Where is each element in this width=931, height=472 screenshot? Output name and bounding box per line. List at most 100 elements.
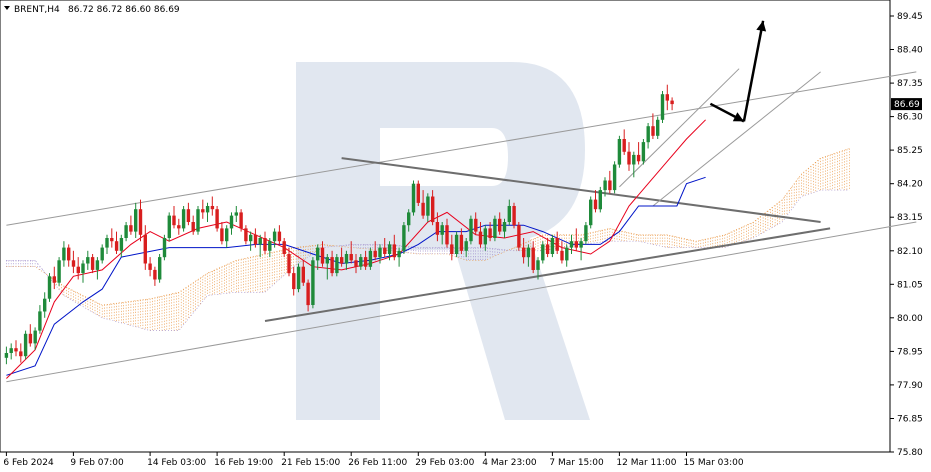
- candle-body: [90, 257, 95, 270]
- candle-body: [186, 209, 191, 222]
- candle-body: [536, 260, 540, 270]
- candle-body: [411, 183, 416, 213]
- x-tick-label: 9 Feb 07:00: [70, 458, 124, 468]
- candle-body: [373, 250, 377, 258]
- candle-body: [215, 209, 219, 229]
- candle-body: [574, 241, 578, 248]
- candle-body: [234, 212, 238, 216]
- y-axis: 89.45 88.40 87.35 86.30 85.25 84.20 83.15 82.10…: [890, 12, 923, 458]
- candle-body: [263, 238, 267, 251]
- candle-body: [52, 276, 56, 283]
- candle-body: [110, 238, 114, 242]
- candle: [196, 206, 200, 235]
- y-tick-label: 86.30: [897, 113, 923, 123]
- x-axis: 6 Feb 2024 9 Feb 07:00 14 Feb 03:00 16 Feb …: [3, 452, 744, 468]
- candle: [584, 222, 588, 245]
- candle-body: [560, 250, 564, 261]
- candle-body: [268, 241, 272, 251]
- candle-body: [488, 228, 492, 238]
- x-tick-label: 12 Mar 11:00: [616, 458, 676, 468]
- y-tick-label: 89.45: [897, 12, 923, 22]
- candle-body: [622, 139, 626, 152]
- candle-body: [311, 260, 315, 305]
- candle-body: [287, 254, 291, 274]
- x-tick-label: 7 Mar 15:00: [549, 458, 604, 468]
- y-tick-label: 83.15: [897, 213, 923, 223]
- candle: [167, 212, 171, 242]
- candle-body: [124, 225, 128, 238]
- candle-body: [612, 164, 617, 191]
- candle-body: [57, 260, 61, 283]
- candle: [641, 139, 646, 165]
- candle: [416, 180, 420, 206]
- candle-body: [354, 260, 358, 267]
- y-tick-label: 75.80: [897, 448, 923, 458]
- ohlc-label: 86.72 86.72 86.60 86.69: [68, 5, 180, 15]
- candle-body: [407, 212, 411, 226]
- candle-body: [636, 154, 641, 162]
- candle-body: [33, 330, 37, 344]
- candle-body: [272, 231, 277, 242]
- candle-body: [660, 94, 665, 120]
- candle-body: [239, 212, 243, 229]
- candle-body: [541, 244, 545, 261]
- x-tick-label: 16 Feb 19:00: [214, 458, 273, 468]
- price-chart[interactable]: 89.45 88.40 87.35 86.30 85.25 84.20 83.15 82.10…: [0, 0, 931, 472]
- candle-body: [459, 234, 464, 251]
- y-tick-label: 84.20: [897, 180, 923, 190]
- candle-body: [153, 269, 157, 280]
- candle-body: [378, 247, 382, 258]
- candle-body: [344, 254, 349, 264]
- candle-body: [498, 218, 502, 232]
- candle: [589, 196, 593, 229]
- candle-body: [23, 333, 28, 357]
- candle-body: [603, 180, 607, 191]
- candle-body: [359, 257, 363, 267]
- candle-body: [531, 247, 535, 270]
- candle: [57, 257, 61, 286]
- candle-body: [67, 247, 71, 261]
- candle-body: [296, 266, 301, 290]
- candle-body: [253, 234, 258, 245]
- candle-body: [435, 222, 440, 235]
- candle-body: [517, 225, 521, 248]
- candle-body: [95, 260, 100, 270]
- symbol-label: BRENT,H4: [14, 5, 60, 15]
- candle-body: [469, 218, 473, 242]
- candle-body: [62, 247, 66, 261]
- candle: [368, 247, 373, 270]
- y-tick-label: 81.05: [897, 280, 923, 290]
- candle: [47, 273, 52, 302]
- candle-body: [522, 247, 526, 258]
- candle-body: [670, 100, 674, 105]
- candle: [239, 209, 243, 232]
- candle-body: [38, 311, 42, 331]
- candle-body: [225, 228, 229, 242]
- candle-body: [325, 257, 329, 264]
- candle-body: [526, 247, 531, 258]
- candle: [541, 241, 545, 264]
- candle-body: [450, 244, 454, 254]
- candle: [612, 161, 617, 194]
- candle-body: [464, 241, 468, 251]
- candle-body: [474, 218, 478, 232]
- candle-body: [593, 199, 598, 210]
- candle-body: [138, 209, 143, 235]
- y-tick-label: 80.00: [897, 314, 923, 324]
- candle-body: [340, 257, 344, 264]
- candle: [454, 231, 459, 258]
- candle-body: [617, 139, 622, 165]
- candle: [469, 215, 473, 245]
- candle-body: [320, 247, 325, 264]
- candle: [162, 234, 167, 261]
- candle-body: [512, 206, 516, 226]
- y-tick-label: 87.35: [897, 79, 923, 89]
- y-tick-label: 88.40: [897, 46, 923, 56]
- candle: [158, 254, 162, 283]
- candle-body: [627, 151, 631, 165]
- current-price-badge: 86.69: [891, 98, 922, 111]
- candle-body: [608, 180, 612, 191]
- y-tick-label: 85.25: [897, 146, 923, 156]
- candle-body: [158, 257, 162, 280]
- candle: [617, 135, 622, 168]
